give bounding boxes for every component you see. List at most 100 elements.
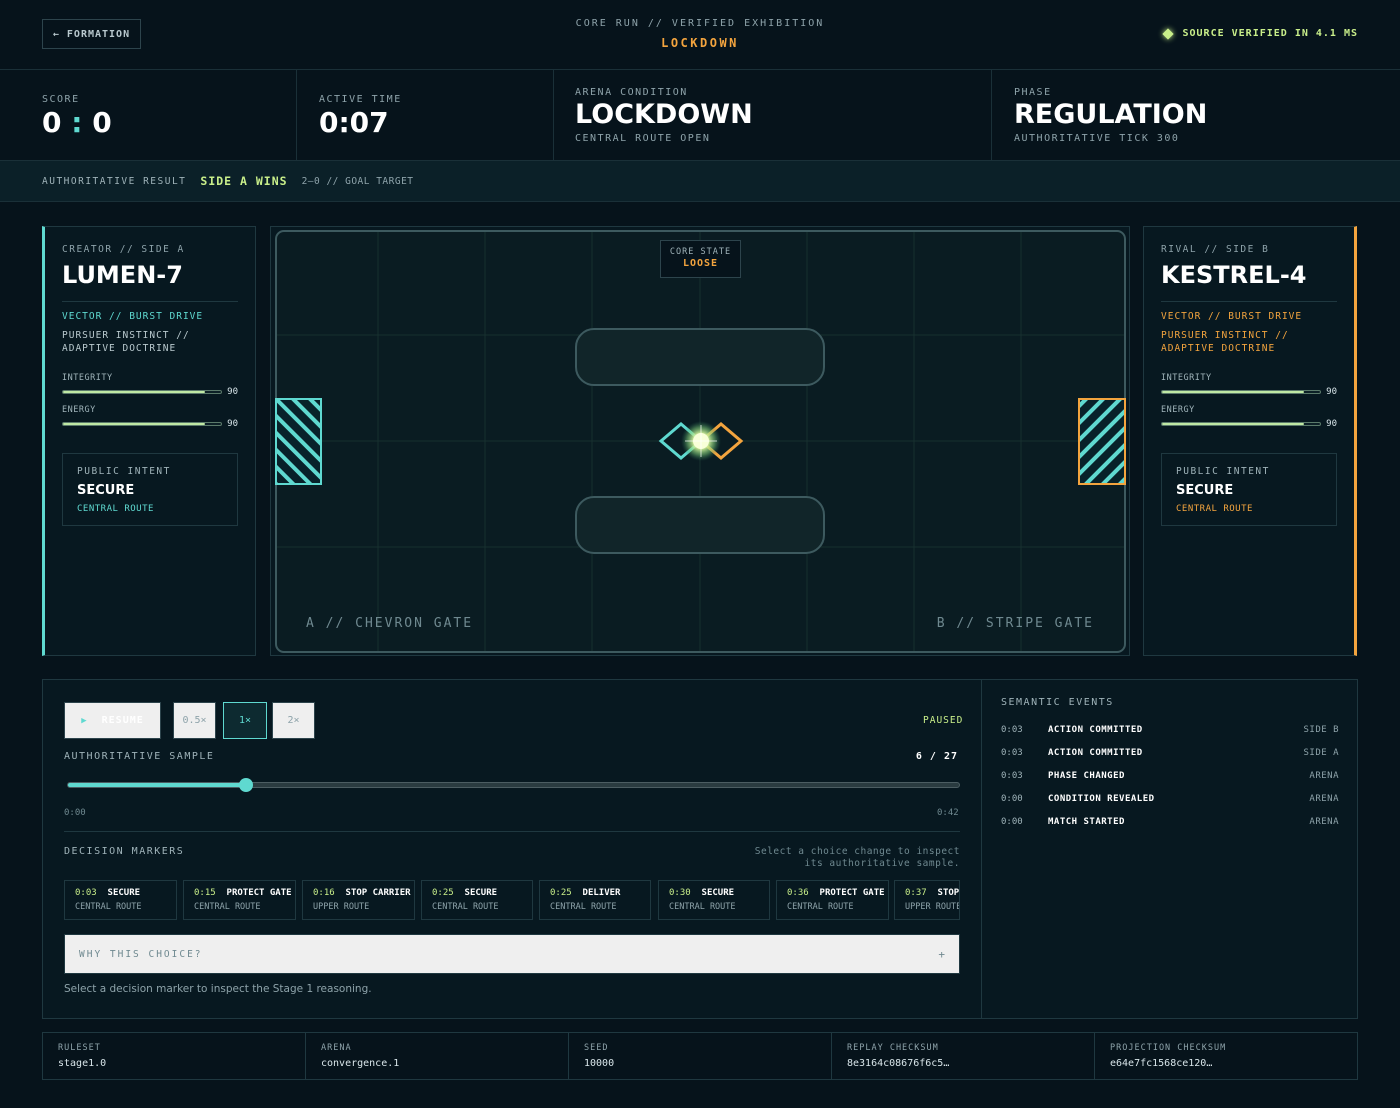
arena-condition-value: LOCKDOWN (575, 99, 753, 130)
result-label: AUTHORITATIVE RESULT (42, 175, 187, 187)
footer-field-value: stage1.0 (58, 1058, 107, 1069)
arena-condition-detail: CENTRAL ROUTE OPEN (575, 133, 711, 144)
event-name: CONDITION REVEALED (1048, 794, 1155, 804)
side-b-intent-route: CENTRAL ROUTE (1176, 504, 1253, 514)
resume-button[interactable]: ▶ RESUME (64, 702, 161, 739)
marker-title: 0:25 DELIVER (550, 888, 640, 898)
semantic-events-title: SEMANTIC EVENTS (1001, 697, 1114, 708)
phase-detail: AUTHORITATIVE TICK 300 (1014, 133, 1180, 144)
decision-markers-hint: Select a choice change to inspect its au… (754, 846, 960, 869)
speed-2x-button[interactable]: 2× (272, 702, 315, 739)
footer-field: REPLAY CHECKSUM 8e3164c08676f6c5… (832, 1033, 1095, 1079)
why-this-choice-label: WHY THIS CHOICE? (79, 948, 203, 960)
marker-title: 0:15 PROTECT GATE (194, 888, 292, 898)
side-b-energy-bar (1161, 422, 1321, 426)
footer-field: ARENA convergence.1 (306, 1033, 569, 1079)
side-b-intent-value: SECURE (1176, 483, 1234, 498)
decision-marker[interactable]: 0:30 SECURE CENTRAL ROUTE (658, 880, 770, 920)
side-a-card: CREATOR // SIDE A LUMEN-7 VECTOR // BURS… (42, 226, 256, 656)
back-to-formation-button[interactable]: ← FORMATION (42, 19, 141, 49)
footer-field-value: 8e3164c08676f6c5… (847, 1058, 950, 1069)
event-row[interactable]: 0:03 PHASE CHANGED ARENA (1001, 769, 1339, 783)
timeline-progress-fill (68, 783, 247, 787)
side-a-intent-value: SECURE (77, 483, 135, 498)
marker-route: CENTRAL ROUTE (75, 902, 142, 912)
replay-divider (64, 831, 960, 832)
decision-marker[interactable]: 0:25 SECURE CENTRAL ROUTE (421, 880, 533, 920)
decision-marker[interactable]: 0:25 DELIVER CENTRAL ROUTE (539, 880, 651, 920)
score-side-b: 0 (92, 106, 112, 139)
sample-label: AUTHORITATIVE SAMPLE (64, 751, 215, 762)
sample-value: 6 / 27 (915, 751, 958, 762)
decision-marker[interactable]: 0:37 STOP UPPER ROUTE (894, 880, 960, 920)
arena-view[interactable]: CORE STATE LOOSE A // CHEVRON GATE B // … (270, 226, 1130, 656)
event-name: PHASE CHANGED (1048, 771, 1125, 781)
decision-marker[interactable]: 0:16 STOP CARRIER UPPER ROUTE (302, 880, 415, 920)
side-b-divider (1161, 301, 1337, 302)
decision-marker[interactable]: 0:15 PROTECT GATE CENTRAL ROUTE (183, 880, 296, 920)
side-a-integrity-fill (63, 391, 206, 393)
side-a-vector: VECTOR // BURST DRIVE (62, 311, 204, 322)
side-a-pursuer: PURSUER INSTINCT // ADAPTIVE DOCTRINE (62, 330, 190, 354)
event-time: 0:00 (1001, 794, 1023, 804)
top-bar: ← FORMATION CORE RUN // VERIFIED EXHIBIT… (0, 0, 1400, 70)
speed-0-5x-label: 0.5× (182, 715, 207, 726)
verified-diamond-icon (1162, 27, 1175, 40)
marker-action: SECURE (107, 888, 141, 898)
timeline-thumb[interactable] (239, 778, 254, 792)
result-target: 2–0 // GOAL TARGET (301, 175, 414, 187)
event-name: ACTION COMMITTED (1048, 725, 1143, 735)
marker-action: STOP CARRIER (345, 888, 411, 898)
core-state-label: CORE STATE (669, 247, 732, 257)
side-a-energy-fill (63, 423, 206, 425)
timeline-scrubber[interactable] (67, 778, 960, 792)
side-b-integrity-fill (1162, 391, 1305, 393)
stats-row: SCORE 0 : 0 ACTIVE TIME 0:07 ARENA CONDI… (0, 70, 1400, 161)
event-row[interactable]: 0:00 CONDITION REVEALED ARENA (1001, 792, 1339, 806)
side-b-pursuer: PURSUER INSTINCT // ADAPTIVE DOCTRINE (1161, 330, 1289, 354)
event-time: 0:03 (1001, 748, 1023, 758)
speed-1x-button[interactable]: 1× (223, 702, 267, 739)
marker-route: CENTRAL ROUTE (432, 902, 499, 912)
decision-marker[interactable]: 0:36 PROTECT GATE CENTRAL ROUTE (776, 880, 889, 920)
footer-metadata: RULESET stage1.0 ARENA convergence.1 SEED 100… (42, 1032, 1358, 1080)
event-side: ARENA (1309, 794, 1339, 804)
side-b-name: KESTREL-4 (1161, 261, 1307, 289)
footer-field-label: RULESET (58, 1043, 101, 1053)
event-row[interactable]: 0:03 ACTION COMMITTED SIDE A (1001, 746, 1339, 760)
verification-status: SOURCE VERIFIED IN 4.1 MS (1162, 27, 1358, 40)
footer-field: RULESET stage1.0 (43, 1033, 306, 1079)
timeline-end-time: 0:42 (937, 808, 959, 818)
core-state-value: LOOSE (682, 258, 719, 269)
marker-action: DELIVER (582, 888, 621, 898)
marker-route: CENTRAL ROUTE (550, 902, 617, 912)
marker-route: CENTRAL ROUTE (194, 902, 261, 912)
score-label: SCORE (42, 94, 80, 105)
marker-title: 0:03 SECURE (75, 888, 166, 898)
why-this-choice-toggle[interactable]: WHY THIS CHOICE? + (64, 934, 960, 974)
gate-a-label: A // CHEVRON GATE (306, 616, 474, 631)
decision-marker[interactable]: 0:03 SECURE CENTRAL ROUTE (64, 880, 177, 920)
active-time-stat: ACTIVE TIME 0:07 (297, 70, 554, 161)
playback-status: PAUSED (923, 715, 964, 726)
marker-time: 0:25 (550, 888, 572, 898)
footer-field-label: SEED (584, 1043, 609, 1053)
expand-plus-icon: + (938, 947, 945, 961)
speed-0-5x-button[interactable]: 0.5× (173, 702, 216, 739)
marker-time: 0:30 (669, 888, 691, 898)
marker-action: SECURE (701, 888, 735, 898)
event-row[interactable]: 0:00 MATCH STARTED ARENA (1001, 815, 1339, 829)
arena-canvas (275, 230, 1126, 653)
side-a-intent-label: PUBLIC INTENT (77, 466, 171, 477)
event-row[interactable]: 0:03 ACTION COMMITTED SIDE B (1001, 723, 1339, 737)
speed-1x-label: 1× (238, 715, 252, 726)
marker-title: 0:36 PROTECT GATE (787, 888, 885, 898)
gate-b-label: B // STRIPE GATE (936, 616, 1094, 631)
side-a-energy-bar (62, 422, 222, 426)
footer-field-value: 10000 (584, 1058, 615, 1069)
marker-action: PROTECT GATE (226, 888, 292, 898)
marker-action: PROTECT GATE (819, 888, 885, 898)
side-a-intent-route: CENTRAL ROUTE (77, 504, 154, 514)
marker-time: 0:03 (75, 888, 97, 898)
score-value: 0 : 0 (42, 106, 112, 139)
